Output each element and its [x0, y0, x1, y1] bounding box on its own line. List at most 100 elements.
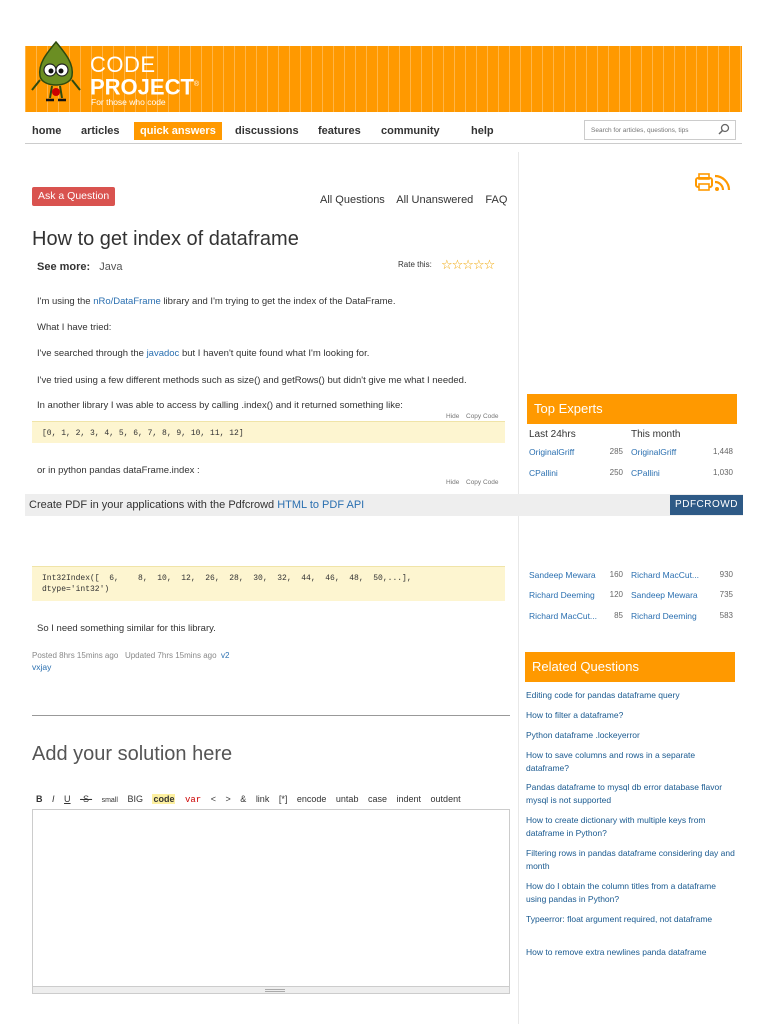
big-button[interactable]: BIG [127, 794, 143, 804]
all-questions-link[interactable]: All Questions [320, 194, 385, 206]
see-more: See more: Java [37, 261, 123, 273]
related-question-link[interactable]: Pandas dataframe to mysql db error datab… [526, 781, 736, 807]
indent-button[interactable]: indent [397, 794, 422, 804]
code-button[interactable]: code [152, 794, 176, 804]
related-question-link[interactable]: Python dataframe .lockeyerror [526, 729, 736, 742]
link-button[interactable]: link [256, 794, 270, 804]
expert-name[interactable]: Richard MacCut... [529, 611, 597, 621]
print-icon[interactable] [695, 173, 713, 191]
amp-button[interactable]: & [240, 794, 246, 804]
expert-score: 1,448 [712, 447, 733, 456]
copy-code-link[interactable]: Copy Code [466, 413, 499, 420]
solution-editor[interactable] [32, 809, 510, 987]
expert-score: 120 [609, 590, 623, 599]
nav-community[interactable]: community [381, 122, 440, 140]
divider [32, 715, 510, 716]
editor-toolbar: B I U -S- small BIG code var < > & link … [36, 794, 468, 805]
expert-score: 583 [719, 611, 733, 620]
expert-name[interactable]: CPallini [529, 468, 558, 478]
nav-home[interactable]: home [32, 122, 61, 140]
gt-button[interactable]: > [226, 794, 231, 804]
expert-name[interactable]: Sandeep Mewara [529, 570, 596, 580]
underline-button[interactable]: U [64, 794, 71, 804]
javadoc-link[interactable]: javadoc [147, 348, 180, 359]
expert-score: 85 [614, 611, 623, 620]
add-solution-heading: Add your solution here [32, 743, 233, 765]
main-nav: home articles quick answers discussions … [25, 118, 742, 144]
html-to-pdf-link[interactable]: HTML to PDF API [277, 499, 364, 511]
search-icon[interactable] [718, 123, 730, 135]
expert-name[interactable]: Richard Deeming [631, 611, 697, 621]
question-paragraph: I've tried using a few different methods… [37, 375, 467, 386]
related-question-link[interactable]: Editing code for pandas dataframe query [526, 689, 736, 702]
list-button[interactable]: [*] [279, 794, 288, 804]
related-question-link[interactable]: How to create dictionary with multiple k… [526, 814, 736, 840]
expert-score: 1,030 [712, 468, 733, 477]
expert-score: 285 [609, 447, 623, 456]
expert-row: CPallini 250 CPallini 1,030 [529, 468, 735, 482]
col-last-24hrs: Last 24hrs [529, 429, 576, 440]
ask-question-button[interactable]: Ask a Question [32, 187, 116, 206]
rss-icon[interactable] [714, 174, 731, 191]
see-more-label: See more: [37, 261, 91, 273]
strike-button[interactable]: -S- [80, 794, 92, 804]
outdent-button[interactable]: outdent [431, 794, 461, 804]
nav-quick-answers[interactable]: quick answers [134, 122, 222, 140]
var-button[interactable]: var [185, 795, 201, 805]
site-header: CODE PROJECT® For those who code [25, 40, 742, 112]
hide-code-link[interactable]: Hide [446, 479, 459, 486]
pdfcrowd-button[interactable]: PDFCROWD [670, 495, 743, 515]
italic-button[interactable]: I [52, 794, 55, 804]
expert-name[interactable]: Richard Deeming [529, 590, 595, 600]
pdf-banner: Create PDF in your applications with the… [25, 494, 743, 516]
pdf-banner-text: Create PDF in your applications with the… [29, 499, 365, 511]
related-question-link[interactable]: Filtering rows in pandas dataframe consi… [526, 847, 736, 873]
search-input[interactable] [584, 120, 736, 140]
nav-discussions[interactable]: discussions [235, 122, 299, 140]
rating-stars[interactable]: ☆☆☆☆☆ [441, 257, 495, 273]
expert-name[interactable]: CPallini [631, 468, 660, 478]
nav-help[interactable]: help [471, 122, 494, 140]
encode-button[interactable]: encode [297, 794, 327, 804]
expert-name[interactable]: OriginalGriff [631, 447, 676, 457]
expert-score: 735 [719, 590, 733, 599]
post-meta: Posted 8hrs 15mins ago Updated 7hrs 15mi… [32, 651, 229, 660]
lt-button[interactable]: < [211, 794, 216, 804]
nav-articles[interactable]: articles [81, 122, 120, 140]
faq-link[interactable]: FAQ [485, 194, 507, 206]
posted-time: Posted 8hrs 15mins ago [32, 651, 119, 660]
rate-label: Rate this: [398, 260, 432, 269]
author-link[interactable]: vxjay [32, 662, 51, 672]
expert-name[interactable]: OriginalGriff [529, 447, 574, 457]
related-question-link[interactable]: How do I obtain the column titles from a… [526, 880, 736, 906]
expert-score: 160 [609, 570, 623, 579]
untab-button[interactable]: untab [336, 794, 359, 804]
nav-features[interactable]: features [318, 122, 361, 140]
related-question-link[interactable]: Typeerror: float argument required, not … [526, 913, 736, 926]
bold-button[interactable]: B [36, 794, 43, 804]
nro-dataframe-link[interactable]: nRo/DataFrame [93, 296, 161, 307]
related-questions-heading: Related Questions [525, 652, 735, 682]
hide-code-link[interactable]: Hide [446, 413, 459, 420]
print-rss-icons [695, 173, 731, 191]
version-link[interactable]: v2 [221, 651, 229, 660]
related-question-link[interactable]: How to remove extra newlines panda dataf… [526, 946, 736, 959]
all-unanswered-link[interactable]: All Unanswered [396, 194, 473, 206]
small-button[interactable]: small [102, 797, 118, 804]
column-divider [518, 152, 519, 1024]
expert-row: Sandeep Mewara 160 Richard MacCut... 930 [529, 570, 735, 584]
updated-time: Updated 7hrs 15mins ago [124, 651, 217, 660]
related-question-link[interactable]: How to filter a dataframe? [526, 709, 736, 722]
tag-java[interactable]: Java [99, 261, 122, 273]
top-experts-heading: Top Experts [527, 394, 737, 424]
case-button[interactable]: case [368, 794, 387, 804]
related-question-link[interactable]: How to save columns and rows in a separa… [526, 749, 736, 775]
editor-resize-handle[interactable] [32, 987, 510, 994]
expert-name[interactable]: Richard MacCut... [631, 570, 699, 580]
expert-row: OriginalGriff 285 OriginalGriff 1,448 [529, 447, 735, 461]
expert-row: Richard MacCut... 85 Richard Deeming 583 [529, 611, 735, 625]
expert-name[interactable]: Sandeep Mewara [631, 590, 698, 600]
codeproject-logo[interactable]: CODE PROJECT® For those who code [28, 40, 203, 112]
logo-text-project: PROJECT® [90, 74, 200, 100]
copy-code-link[interactable]: Copy Code [466, 479, 499, 486]
